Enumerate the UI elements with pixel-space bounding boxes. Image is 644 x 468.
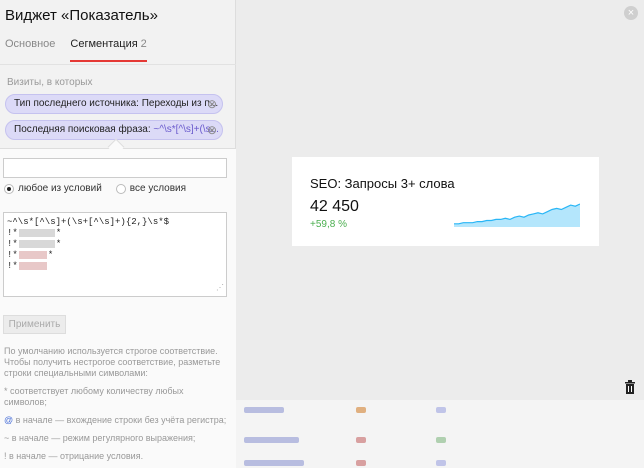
panel-title: Виджет «Показатель» [5, 7, 158, 24]
metric-title: SEO: Запросы 3+ слова [310, 176, 455, 191]
condition-line: !* [7, 228, 18, 238]
condition-line: !* [7, 239, 18, 249]
radio-any[interactable] [4, 183, 14, 194]
tab-segmentation[interactable]: Сегментация 2 [70, 38, 148, 62]
sparkline-chart [454, 203, 580, 227]
visits-label: Визиты, в которых [7, 77, 93, 88]
tab-label: Основное [5, 38, 56, 50]
help-tilde: ~ в начале — режим регулярного выражения… [4, 433, 196, 443]
condition-line: ~^\s*[^\s]+(\s+[^\s]+){2,}\s*$ [7, 217, 170, 227]
help-intro: По умолчанию используется строгое соотве… [4, 346, 221, 378]
segment-chip[interactable]: Тип последнего источника: Переходы из п.… [5, 94, 223, 114]
redacted-text [18, 228, 55, 237]
sparkline-area [454, 204, 580, 227]
redacted-text [18, 250, 47, 259]
apply-button[interactable]: Применить [3, 315, 66, 334]
remove-chip-icon[interactable]: ⊗ [207, 97, 217, 111]
help-bang: ! в начале — отрицание условия. [4, 451, 144, 461]
metric-delta: +59,8 % [310, 219, 347, 230]
background-row [236, 407, 644, 413]
metric-value: 42 450 [310, 198, 359, 215]
divider [0, 64, 236, 65]
metric-card[interactable]: SEO: Запросы 3+ слова 42 450 +59,8 % [292, 157, 599, 246]
radio-all[interactable] [115, 183, 126, 194]
condition-line: !* [7, 261, 18, 271]
resize-handle-icon[interactable]: ⋰ [216, 283, 224, 294]
tab-count-badge: 2 [140, 38, 147, 50]
match-mode-radio-group: любое из условий все условия [4, 183, 186, 194]
conditions-textarea[interactable]: ~^\s*[^\s]+(\s+[^\s]+){2,}\s*$ !* * !* * !… [3, 212, 227, 297]
help-at-text: в начале — вхождение строки без учёта ре… [13, 415, 227, 425]
redacted-text [18, 261, 47, 270]
background-row [236, 437, 644, 443]
tabs: Основное Сегментация 2 [5, 38, 148, 62]
remove-chip-icon[interactable]: ⊗ [207, 123, 217, 137]
radio-all-label[interactable]: все условия [130, 183, 186, 194]
search-input[interactable] [3, 158, 227, 178]
tab-basic[interactable]: Основное [5, 38, 55, 62]
condition-line: !* [7, 250, 18, 260]
radio-any-label[interactable]: любое из условий [18, 183, 102, 194]
chip-label: Последняя поисковая фраза: [14, 124, 154, 135]
close-icon[interactable]: × [624, 6, 638, 20]
help-at-symbol: @ [4, 415, 14, 425]
help-star: * соответствует любому количеству любых … [4, 386, 184, 407]
help-at: @ в начале — вхождение строки без учёта … [4, 415, 228, 426]
chip-label: Тип последнего источника: Переходы из п.… [14, 98, 219, 109]
segment-chip[interactable]: Последняя поисковая фраза: ~^\s*[^\s]+(\… [5, 120, 223, 140]
help-text: По умолчанию используется строгое соотве… [4, 346, 228, 468]
background-row [236, 460, 644, 466]
trash-icon[interactable] [624, 380, 636, 394]
tab-label: Сегментация [70, 38, 138, 50]
redacted-text [18, 239, 55, 248]
